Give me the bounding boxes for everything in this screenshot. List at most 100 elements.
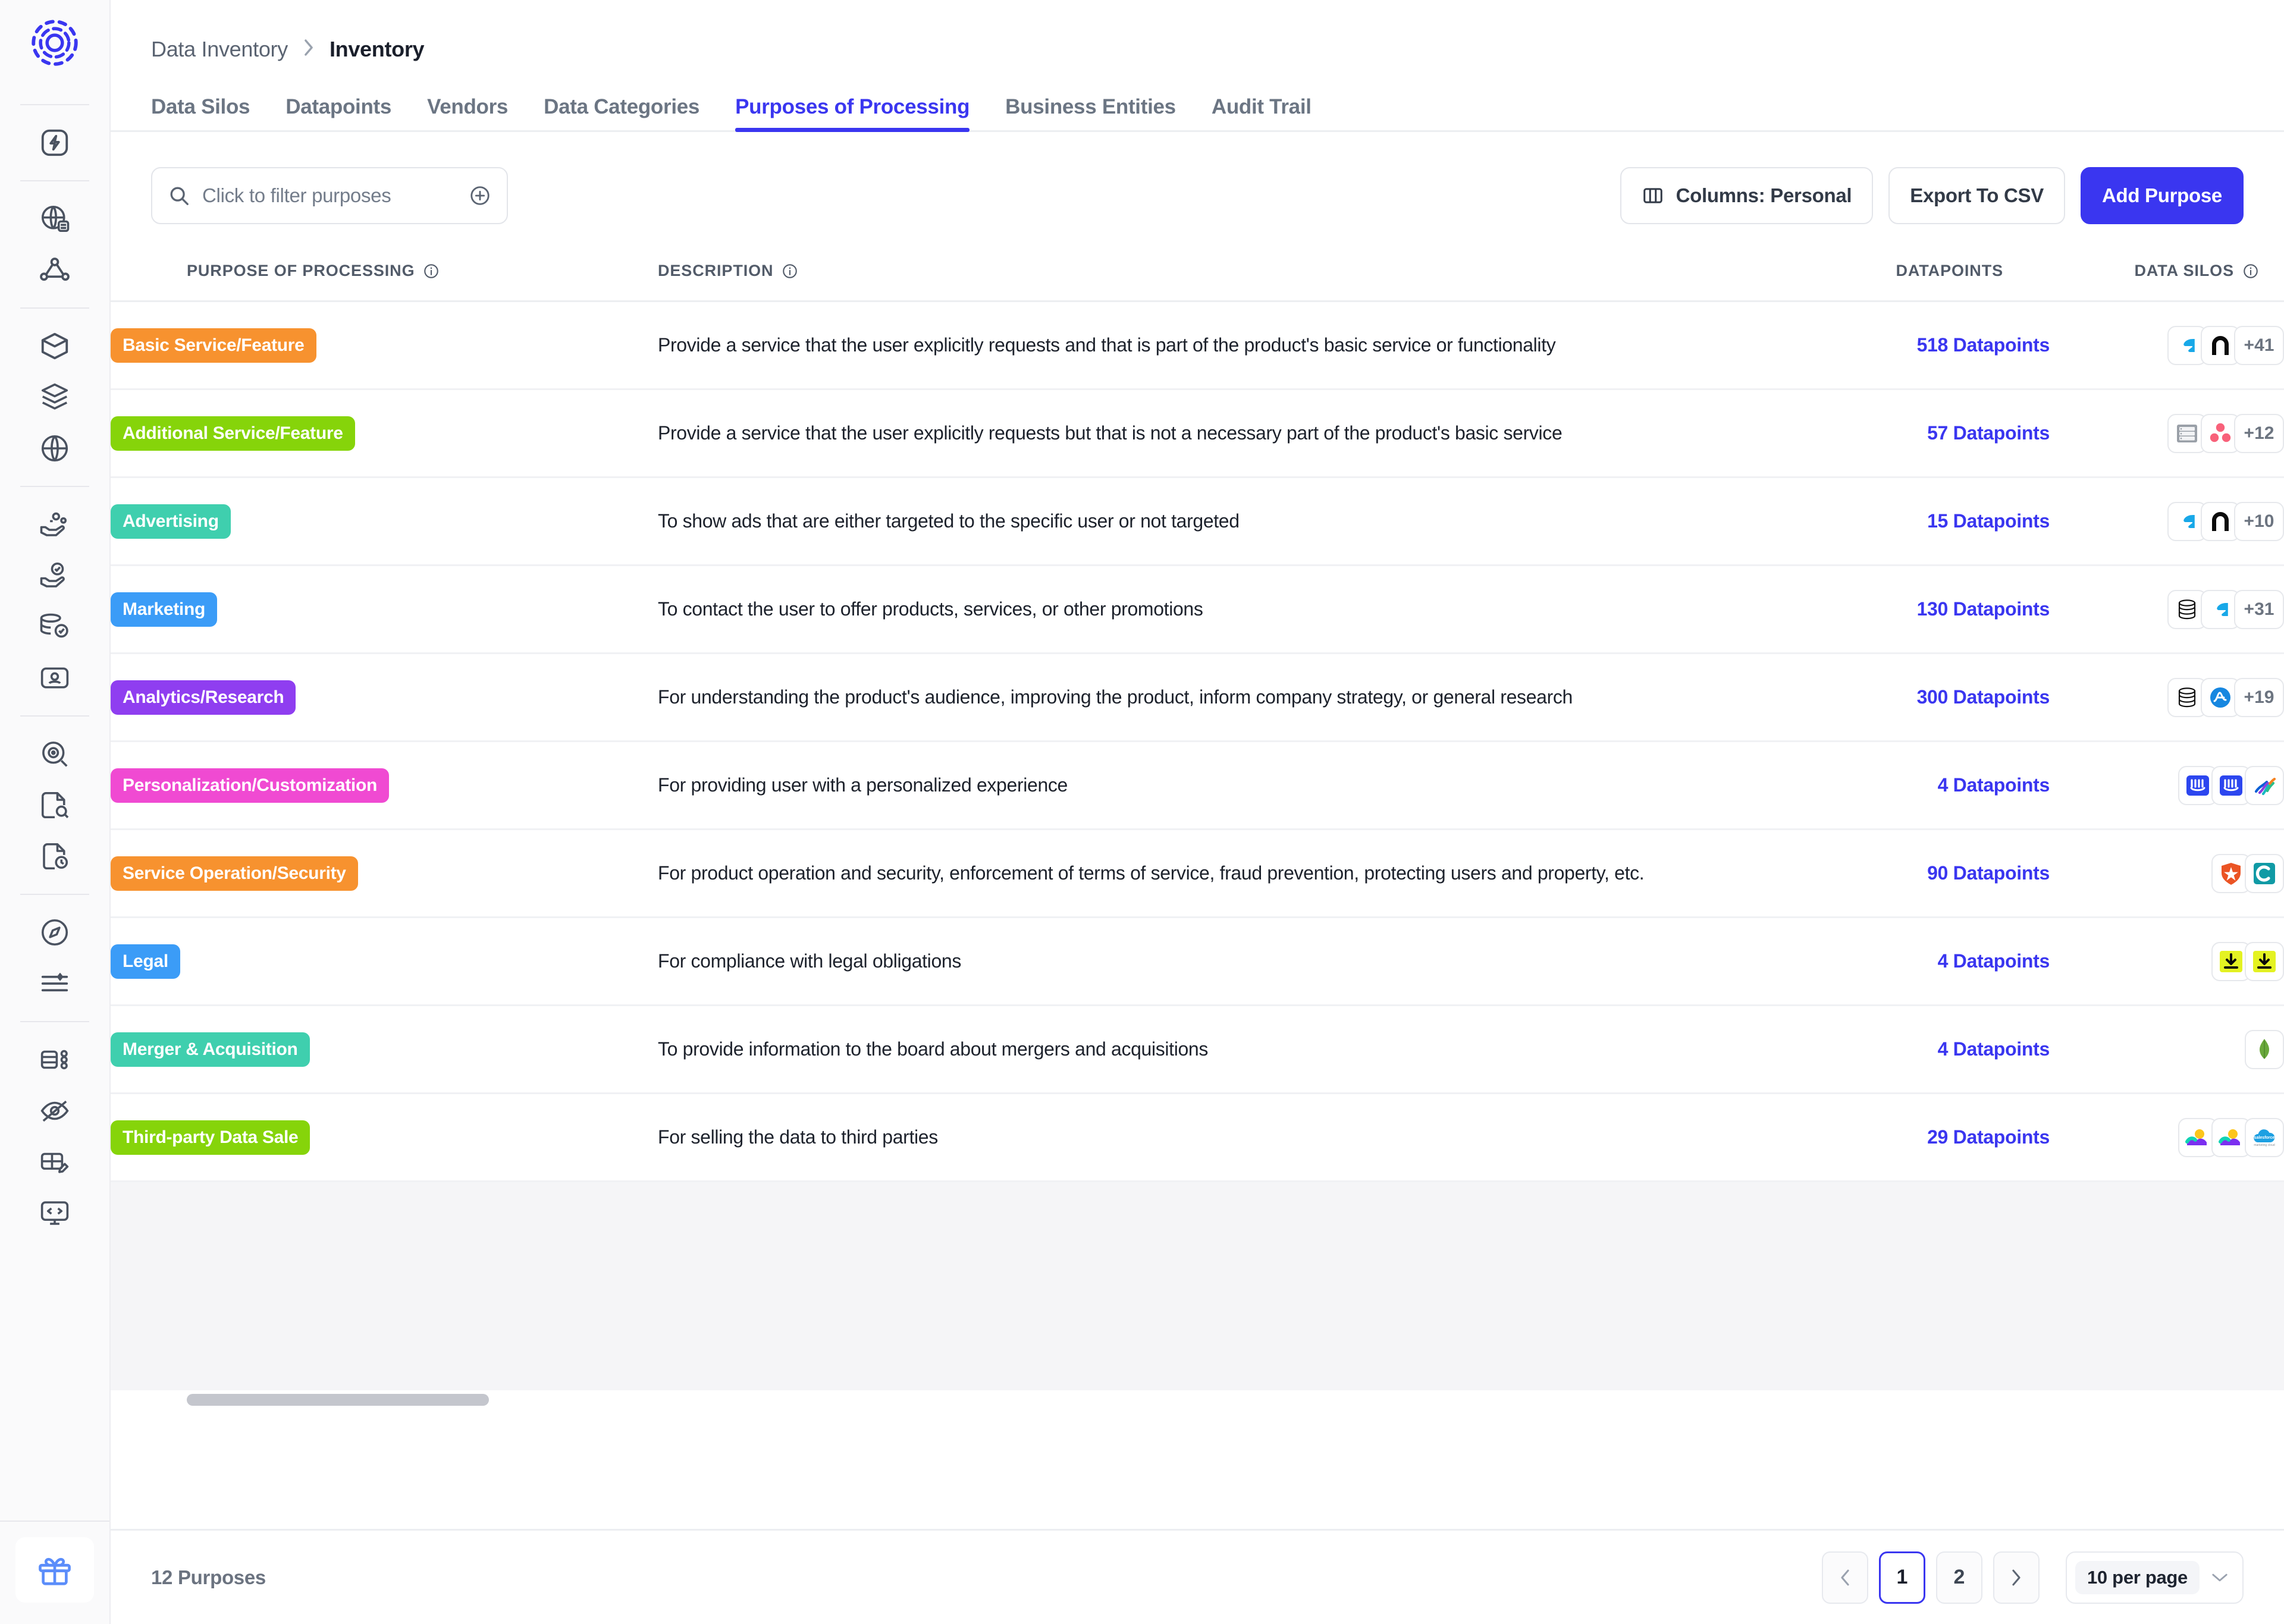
datapoints-link[interactable]: 518 Datapoints xyxy=(1917,334,2050,356)
file-clock-icon xyxy=(39,840,71,872)
data-silo-overflow-count[interactable]: +19 xyxy=(2234,678,2284,717)
datapoints-link[interactable]: 29 Datapoints xyxy=(1927,1126,2050,1148)
layout-edit-icon xyxy=(39,1146,71,1178)
purpose-badge[interactable]: Basic Service/Feature xyxy=(111,328,316,363)
datapoints-link[interactable]: 4 Datapoints xyxy=(1938,950,2050,972)
sidebar-item-lightning-bolt[interactable] xyxy=(26,117,83,168)
per-page-select[interactable]: 10 per page xyxy=(2066,1551,2244,1604)
data-silo-overflow-count[interactable]: +12 xyxy=(2234,414,2284,453)
datapoints-link[interactable]: 130 Datapoints xyxy=(1917,598,2050,620)
data-silo-overflow-count[interactable]: +41 xyxy=(2234,326,2284,365)
col-datapoints: DATAPOINTS xyxy=(1764,249,2050,301)
col-purpose-label: PURPOSE OF PROCESSING xyxy=(187,262,415,280)
sidebar-item-globe-sync[interactable] xyxy=(26,423,83,474)
sidebar-item-globe-data[interactable] xyxy=(26,193,83,244)
contentful-icon[interactable] xyxy=(2245,854,2284,893)
datapoints-link[interactable]: 4 Datapoints xyxy=(1938,774,2050,796)
info-icon[interactable] xyxy=(423,263,440,279)
sidebar-item-layout-edit[interactable] xyxy=(26,1136,83,1188)
info-icon[interactable] xyxy=(2242,263,2259,279)
sidebar-item-network-nodes[interactable] xyxy=(26,244,83,296)
sidebar-item-target-scan[interactable] xyxy=(26,728,83,780)
pagination-next[interactable] xyxy=(1993,1551,2040,1604)
tab-purposes-of-processing[interactable]: Purposes of Processing xyxy=(717,95,987,132)
table-row[interactable]: Basic Service/FeatureProvide a service t… xyxy=(111,301,2284,389)
transcend-logo[interactable] xyxy=(29,17,81,72)
sidebar-item-box[interactable] xyxy=(26,321,83,372)
sidebar-item-id-card[interactable] xyxy=(26,652,83,703)
sidebar-item-hand-check[interactable] xyxy=(26,550,83,601)
plus-circle-icon[interactable] xyxy=(469,184,491,207)
sidebar-item-file-clock[interactable] xyxy=(26,831,83,882)
sidebar-item-layers-box[interactable] xyxy=(26,372,83,423)
purpose-badge[interactable]: Personalization/Customization xyxy=(111,768,389,803)
data-silo-stack xyxy=(2050,942,2284,981)
purpose-badge[interactable]: Third-party Data Sale xyxy=(111,1120,310,1155)
datapoints-link[interactable]: 57 Datapoints xyxy=(1927,422,2050,444)
sidebar-item-sliders[interactable] xyxy=(26,958,83,1009)
table-row[interactable]: Third-party Data SaleFor selling the dat… xyxy=(111,1094,2284,1182)
table-row[interactable]: Merger & AcquisitionTo provide informati… xyxy=(111,1006,2284,1094)
datapoints-link[interactable]: 4 Datapoints xyxy=(1938,1038,2050,1060)
table-row[interactable]: Service Operation/SecurityFor product op… xyxy=(111,830,2284,918)
salesforce-marketing-cloud-icon[interactable]: salesforcemarketing cloud xyxy=(2245,1118,2284,1157)
export-csv-button[interactable]: Export To CSV xyxy=(1888,167,2065,224)
sidebar-item-database-check[interactable] xyxy=(26,601,83,652)
add-purpose-button[interactable]: Add Purpose xyxy=(2081,167,2244,224)
table-row[interactable]: LegalFor compliance with legal obligatio… xyxy=(111,918,2284,1006)
document-search-icon xyxy=(39,789,71,821)
table-row[interactable]: Additional Service/FeatureProvide a serv… xyxy=(111,389,2284,478)
pagination-page-2[interactable]: 2 xyxy=(1936,1551,1982,1604)
purpose-badge[interactable]: Additional Service/Feature xyxy=(111,416,355,451)
columns-button-label: Columns: Personal xyxy=(1676,184,1852,207)
table-row[interactable]: MarketingTo contact the user to offer pr… xyxy=(111,566,2284,654)
columns-button[interactable]: Columns: Personal xyxy=(1620,167,1874,224)
table-row[interactable]: Personalization/CustomizationFor providi… xyxy=(111,742,2284,830)
filter-purposes-input[interactable]: Click to filter purposes xyxy=(151,167,508,224)
tab-audit-trail[interactable]: Audit Trail xyxy=(1194,95,1329,132)
purpose-badge[interactable]: Analytics/Research xyxy=(111,680,296,715)
purpose-badge[interactable]: Merger & Acquisition xyxy=(111,1032,310,1067)
sidebar-item-document-search[interactable] xyxy=(26,780,83,831)
purpose-badge[interactable]: Legal xyxy=(111,944,180,979)
download-yellow-icon[interactable] xyxy=(2245,942,2284,981)
data-silo-stack: +10 xyxy=(2050,502,2284,541)
col-purpose-of-processing: PURPOSE OF PROCESSING xyxy=(111,249,658,301)
table-row[interactable]: Analytics/Research For understanding the … xyxy=(111,654,2284,742)
data-silo-stack: +19 xyxy=(2050,678,2284,717)
pagination-prev[interactable] xyxy=(1822,1551,1868,1604)
sidebar-item-code-monitor[interactable] xyxy=(26,1188,83,1239)
datapoints-link[interactable]: 300 Datapoints xyxy=(1917,686,2050,708)
datapoints-link[interactable]: 15 Datapoints xyxy=(1927,510,2050,532)
datapoints-link[interactable]: 90 Datapoints xyxy=(1927,862,2050,884)
sidebar-item-hand-data[interactable] xyxy=(26,499,83,550)
tab-business-entities[interactable]: Business Entities xyxy=(987,95,1194,132)
sidebar-item-compass[interactable] xyxy=(26,907,83,958)
sidebar-item-whats-new[interactable] xyxy=(15,1537,94,1603)
tab-datapoints[interactable]: Datapoints xyxy=(268,95,409,132)
columns-icon xyxy=(1642,184,1664,207)
network-nodes-icon xyxy=(39,254,71,286)
tab-data-categories[interactable]: Data Categories xyxy=(526,95,717,132)
horizontal-scrollbar-thumb[interactable] xyxy=(187,1394,489,1406)
chevron-down-icon xyxy=(2210,1568,2229,1587)
breadcrumb-parent[interactable]: Data Inventory xyxy=(151,37,288,62)
tab-vendors[interactable]: Vendors xyxy=(409,95,526,132)
data-silo-stack xyxy=(2050,1030,2284,1069)
data-silo-overflow-count[interactable]: +31 xyxy=(2234,590,2284,629)
data-silo-overflow-count[interactable]: +10 xyxy=(2234,502,2284,541)
pagination-page-1[interactable]: 1 xyxy=(1879,1551,1925,1604)
tab-data-silos[interactable]: Data Silos xyxy=(151,95,268,132)
sidebar-item-table-settings[interactable] xyxy=(26,1034,83,1085)
lightning-bolt-icon xyxy=(39,127,71,159)
horizontal-scrollbar[interactable] xyxy=(111,1390,2284,1411)
table-row[interactable]: AdvertisingTo show ads that are either t… xyxy=(111,478,2284,566)
purpose-badge[interactable]: Service Operation/Security xyxy=(111,856,358,891)
info-icon[interactable] xyxy=(782,263,798,279)
mulesoft-icon[interactable] xyxy=(2245,766,2284,805)
purpose-badge[interactable]: Advertising xyxy=(111,504,231,539)
mongodb-leaf-icon[interactable] xyxy=(2245,1030,2284,1069)
cell-description: For understanding the product's audience… xyxy=(658,654,1764,742)
purpose-badge[interactable]: Marketing xyxy=(111,592,217,627)
sidebar-item-eye-off[interactable] xyxy=(26,1085,83,1136)
